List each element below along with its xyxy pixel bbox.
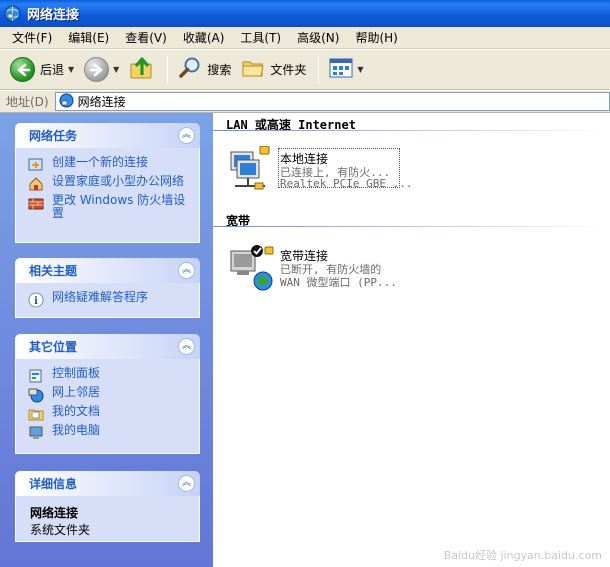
watermark: Baidu经验 jingyan.baidu.com xyxy=(443,549,602,562)
task-firewall-settings[interactable]: 更改 Windows 防火墙设置 xyxy=(28,194,191,220)
forward-button[interactable]: ▼ xyxy=(80,54,123,86)
panel-title: 相关主题 xyxy=(29,264,78,278)
connection-device: WAN 微型端口 (PP... xyxy=(280,276,397,289)
address-value: 网络连接 xyxy=(77,95,126,109)
new-connection-icon xyxy=(28,157,44,173)
toolbar-separator xyxy=(167,55,169,84)
panel-other-places: 其它位置 ︽ 控制面板 网上邻居 我的文档 我的电脑 xyxy=(15,334,200,454)
up-button[interactable] xyxy=(125,54,159,86)
svg-text:i: i xyxy=(34,296,38,307)
panel-related-topics-body: i 网络疑难解答程序 xyxy=(15,283,200,318)
task-label: 网上邻居 xyxy=(52,385,101,399)
documents-folder-icon xyxy=(28,406,44,422)
task-label: 我的文档 xyxy=(52,404,101,418)
back-dropdown-icon[interactable]: ▼ xyxy=(68,65,74,74)
collapse-chevron-icon[interactable]: ︽ xyxy=(178,127,195,144)
firewall-icon xyxy=(28,195,44,211)
panel-related-topics: 相关主题 ︽ i 网络疑难解答程序 xyxy=(15,258,200,318)
connection-local-area[interactable]: 本地连接 已连接上, 有防火... Realtek PCIe GBE ... xyxy=(227,144,412,196)
task-label: 网络疑难解答程序 xyxy=(52,290,149,304)
address-label: 地址(D) xyxy=(6,95,49,109)
menu-help[interactable]: 帮助(H) xyxy=(347,29,405,46)
search-icon xyxy=(178,56,202,83)
main-content: LAN 或高速 Internet 本地连接 已连接上, 有防火... Realt… xyxy=(213,113,610,567)
group-divider xyxy=(213,226,610,227)
network-connections-icon xyxy=(59,93,74,111)
forward-arrow-icon xyxy=(84,57,110,82)
details-name: 网络连接 xyxy=(30,506,79,520)
panel-network-tasks-header[interactable]: 网络任务 ︽ xyxy=(15,123,200,148)
task-create-connection[interactable]: 创建一个新的连接 xyxy=(28,156,191,173)
views-dropdown-icon[interactable]: ▼ xyxy=(357,65,363,74)
views-button[interactable]: ▼ xyxy=(325,54,367,86)
panel-related-topics-header[interactable]: 相关主题 ︽ xyxy=(15,258,200,283)
network-places-icon xyxy=(28,387,44,403)
window-title: 网络连接 xyxy=(27,8,80,23)
task-pane: 网络任务 ︽ 创建一个新的连接 设置家庭或小型办公网络 更改 Windows 防… xyxy=(0,113,213,567)
panel-title: 其它位置 xyxy=(29,340,78,354)
group-divider xyxy=(213,130,610,131)
panel-title: 详细信息 xyxy=(29,477,78,491)
back-button[interactable]: 后退 ▼ xyxy=(6,54,78,86)
folder-icon xyxy=(241,57,265,82)
collapse-chevron-icon[interactable]: ︽ xyxy=(178,338,195,355)
toolbar-separator xyxy=(318,55,320,84)
panel-network-tasks-body: 创建一个新的连接 设置家庭或小型办公网络 更改 Windows 防火墙设置 xyxy=(15,148,200,243)
place-my-computer[interactable]: 我的电脑 xyxy=(28,424,191,441)
computer-icon xyxy=(28,425,44,441)
task-label: 我的电脑 xyxy=(52,423,101,437)
panel-network-tasks: 网络任务 ︽ 创建一个新的连接 设置家庭或小型办公网络 更改 Windows 防… xyxy=(15,123,200,243)
menu-edit[interactable]: 编辑(E) xyxy=(60,29,117,46)
task-label: 控制面板 xyxy=(52,366,101,380)
place-my-documents[interactable]: 我的文档 xyxy=(28,405,191,422)
panel-other-places-header[interactable]: 其它位置 ︽ xyxy=(15,334,200,359)
folders-button[interactable]: 文件夹 xyxy=(237,54,310,86)
broadband-connection-icon xyxy=(227,243,275,291)
panel-details: 详细信息 ︽ 网络连接 系统文件夹 xyxy=(15,471,200,542)
menu-file[interactable]: 文件(F) xyxy=(4,29,60,46)
network-connections-icon xyxy=(4,5,21,22)
home-network-icon xyxy=(28,176,44,192)
menu-favorites[interactable]: 收藏(A) xyxy=(175,29,233,46)
back-label: 后退 xyxy=(40,63,65,77)
title-bar: 网络连接 xyxy=(0,0,610,27)
views-icon xyxy=(329,58,353,81)
place-network-neighborhood[interactable]: 网上邻居 xyxy=(28,386,191,403)
forward-dropdown-icon[interactable]: ▼ xyxy=(113,65,119,74)
connection-device: Realtek PCIe GBE ... xyxy=(280,177,413,190)
task-network-troubleshooter[interactable]: i 网络疑难解答程序 xyxy=(28,291,191,308)
folders-label: 文件夹 xyxy=(270,63,307,77)
lan-connection-icon xyxy=(227,144,275,194)
address-bar: 地址(D) 网络连接 xyxy=(0,91,610,113)
panel-title: 网络任务 xyxy=(29,129,78,143)
panel-details-body: 网络连接 系统文件夹 xyxy=(15,496,200,542)
place-control-panel[interactable]: 控制面板 xyxy=(28,367,191,384)
address-input[interactable]: 网络连接 xyxy=(54,92,610,111)
control-panel-icon xyxy=(28,368,44,384)
back-arrow-icon xyxy=(10,57,35,82)
task-label: 设置家庭或小型办公网络 xyxy=(52,174,185,188)
search-label: 搜索 xyxy=(207,63,232,77)
menu-tools[interactable]: 工具(T) xyxy=(232,29,289,46)
collapse-chevron-icon[interactable]: ︽ xyxy=(178,262,195,279)
task-label: 更改 Windows 防火墙设置 xyxy=(52,193,186,220)
search-button[interactable]: 搜索 xyxy=(174,54,235,86)
connection-broadband[interactable]: 宽带连接 已断开, 有防火墙的 WAN 微型端口 (PP... xyxy=(227,243,407,293)
task-home-network[interactable]: 设置家庭或小型办公网络 xyxy=(28,175,191,192)
details-type: 系统文件夹 xyxy=(30,523,91,537)
panel-details-header[interactable]: 详细信息 ︽ xyxy=(15,471,200,496)
toolbar: 后退 ▼ ▼ 搜索 文件夹 ▼ xyxy=(0,50,610,90)
menu-bar: 文件(F) 编辑(E) 查看(V) 收藏(A) 工具(T) 高级(N) 帮助(H… xyxy=(0,27,610,49)
menu-view[interactable]: 查看(V) xyxy=(117,29,175,46)
collapse-chevron-icon[interactable]: ︽ xyxy=(178,475,195,492)
up-folder-icon xyxy=(129,55,155,84)
info-icon: i xyxy=(28,292,44,308)
menu-advanced[interactable]: 高级(N) xyxy=(289,29,347,46)
task-label: 创建一个新的连接 xyxy=(52,155,149,169)
panel-other-places-body: 控制面板 网上邻居 我的文档 我的电脑 xyxy=(15,359,200,454)
